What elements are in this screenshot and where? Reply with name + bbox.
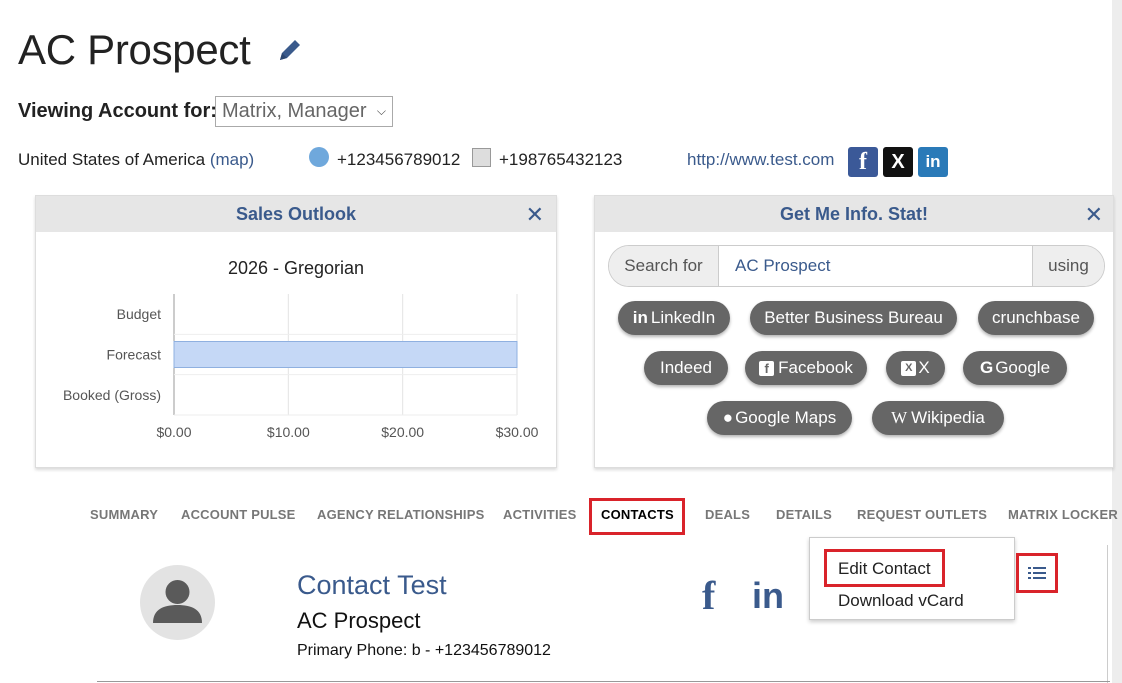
edit-contact-highlight (824, 549, 945, 587)
pill-facebook[interactable]: f Facebook (745, 351, 867, 385)
user-icon (153, 580, 202, 623)
country-row: United States of America (map) (18, 150, 254, 170)
edit-pencil-icon[interactable] (276, 36, 304, 64)
chart-category-label: Forecast (107, 347, 162, 363)
pill-indeed[interactable]: Indeed (644, 351, 728, 385)
tab-request-outlets[interactable]: REQUEST OUTLETS (857, 507, 987, 522)
pill-x[interactable]: XX (886, 351, 945, 385)
chevron-down-icon: ⌵ (376, 104, 386, 118)
tab-deals[interactable]: DEALS (705, 507, 750, 522)
search-for-label: Search for (609, 246, 719, 286)
chart-x-tick-label: $20.00 (381, 424, 424, 440)
close-icon[interactable]: ✕ (1085, 202, 1103, 228)
close-icon[interactable]: ✕ (526, 202, 544, 228)
x-icon: X (901, 360, 917, 376)
facebook-icon[interactable]: f (848, 147, 878, 177)
pill-google-maps[interactable]: ● Google Maps (707, 401, 852, 435)
map-link[interactable]: (map) (210, 150, 254, 169)
chart-x-tick-label: $10.00 (267, 424, 310, 440)
avatar (140, 565, 215, 640)
tab-details[interactable]: DETAILS (776, 507, 832, 522)
using-label: using (1032, 246, 1104, 286)
pill-google[interactable]: G Google (963, 351, 1067, 385)
country-text: United States of America (18, 150, 206, 169)
sales-outlook-header: Sales Outlook ✕ (36, 196, 556, 232)
chart-x-tick-label: $0.00 (156, 424, 191, 440)
wikipedia-icon: W (891, 408, 908, 427)
facebook-icon[interactable]: f (702, 572, 715, 619)
fax-icon (472, 148, 491, 167)
tab-activities[interactable]: ACTIVITIES (503, 507, 577, 522)
fax-text: +198765432123 (499, 150, 623, 169)
tab-agency-relationships[interactable]: AGENCY RELATIONSHIPS (317, 507, 484, 522)
tab-contacts-highlight (589, 498, 685, 535)
tab-account-pulse[interactable]: ACCOUNT PULSE (181, 507, 296, 522)
phone-icon (309, 147, 329, 167)
pill-linkedin[interactable]: in LinkedIn (618, 301, 730, 335)
get-info-title: Get Me Info. Stat! (780, 203, 928, 224)
panel-divider (1107, 545, 1108, 683)
chart-category-label: Booked (Gross) (63, 387, 161, 403)
search-group: Search for AC Prospect using (608, 245, 1105, 287)
pill-wikipedia[interactable]: W Wikipedia (872, 401, 1004, 435)
tab-summary[interactable]: SUMMARY (90, 507, 158, 522)
map-pin-icon: ● (722, 408, 734, 427)
linkedin-icon[interactable]: in (918, 147, 948, 177)
chart-bar (173, 341, 518, 368)
viewing-account-select[interactable]: Matrix, Manager ⌵ (215, 96, 393, 127)
tab-matrix-locker[interactable]: MATRIX LOCKER (1008, 507, 1118, 522)
contact-menu-button[interactable] (1016, 553, 1058, 593)
x-icon[interactable]: X (883, 147, 913, 177)
download-vcard-item[interactable]: Download vCard (838, 591, 964, 611)
pill-crunchbase[interactable]: crunchbase (978, 301, 1094, 335)
sales-outlook-card: Sales Outlook ✕ 2026 - Gregorian $0.00 $10… (35, 195, 557, 468)
phone-text: +123456789012 (337, 150, 461, 169)
sales-outlook-chart: 2026 - Gregorian $0.00 $10.00 $20.00 $30.00 B… (63, 258, 539, 440)
facebook-icon: f (759, 360, 775, 376)
contact-company: AC Prospect (297, 608, 421, 633)
contact-name[interactable]: Contact Test (297, 570, 447, 601)
list-menu-icon (1028, 567, 1046, 579)
chart-x-tick-label: $30.00 (496, 424, 539, 440)
page-title: AC Prospect (18, 26, 251, 73)
linkedin-icon[interactable]: in (752, 575, 784, 617)
chart-title: 2026 - Gregorian (228, 258, 364, 278)
contact-divider (97, 681, 1110, 682)
contact-phone: Primary Phone: b - +123456789012 (297, 642, 551, 659)
chart-category-label: Budget (117, 306, 161, 322)
website-link[interactable]: http://www.test.com (687, 150, 834, 170)
search-input[interactable]: AC Prospect (719, 246, 1032, 286)
viewing-account-label: Viewing Account for: (18, 100, 217, 122)
sales-outlook-title: Sales Outlook (235, 203, 357, 224)
get-info-card: Get Me Info. Stat! ✕ Search for AC Prosp… (594, 195, 1114, 468)
viewing-account-value: Matrix, Manager (222, 100, 367, 122)
get-info-header: Get Me Info. Stat! ✕ (595, 196, 1113, 232)
pill-better-business-bureau[interactable]: Better Business Bureau (750, 301, 957, 335)
